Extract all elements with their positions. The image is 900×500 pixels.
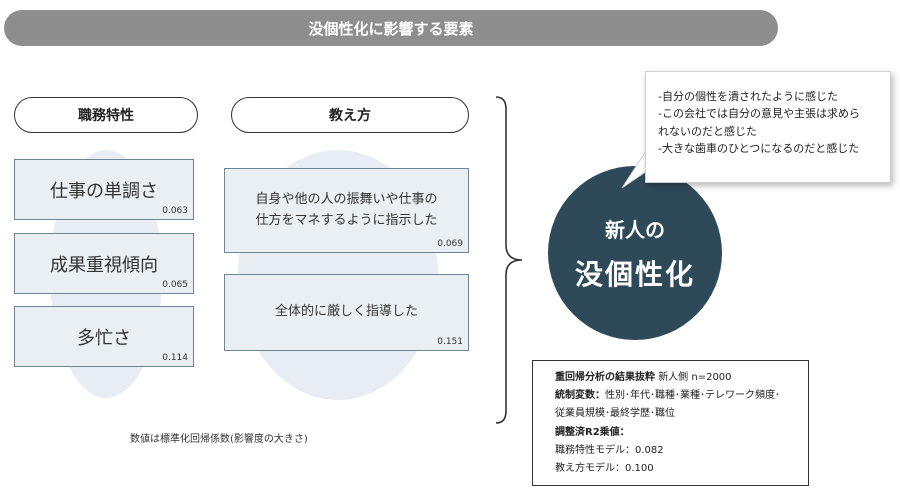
controls-label: 統制変数： [555,390,605,402]
category-pill-job-characteristics: 職務特性 [14,97,198,133]
factor-box-imitation-instruction: 自身や他の人の振舞いや仕事の 仕方をマネするように指示した 0.069 [224,168,469,253]
results-sample: 新人側 n=2000 [658,372,732,383]
category-label: 職務特性 [78,108,134,124]
model2-r2: 教え方モデル：0.100 [555,462,654,474]
factor-box-results-orientation: 成果重視傾向 0.065 [14,233,194,294]
factor-coefficient: 0.069 [437,239,463,249]
factor-coefficient: 0.114 [162,353,188,363]
outcome-line1: 新人の [605,217,665,242]
results-heading: 重回帰分析の結果抜粋 [555,372,655,383]
factor-label-line1: 自身や他の人の振舞いや仕事の [255,191,438,207]
results-controls-line: 統制変数：性別･年代･職種･業種･テレワーク頻度･ [555,387,800,405]
regression-results-box: 重回帰分析の結果抜粋 新人側 n=2000 統制変数：性別･年代･職種･業種･テ… [532,360,809,486]
factor-box-strict-guidance: 全体的に厳しく指導した 0.151 [224,274,469,351]
model1-r2: 職務特性モデル：0.082 [555,444,664,456]
quote-line: れないのだと感じた [658,124,757,138]
quote-line: -大きな歯車のひとつになるのだと感じた [658,142,860,156]
r2-label: 調整済R2乗値： [555,426,630,438]
category-label: 教え方 [329,108,371,124]
results-heading-line: 重回帰分析の結果抜粋 新人側 n=2000 [555,369,800,387]
factor-label: 多忙さ [77,327,131,349]
coefficient-note: 数値は標準化回帰係数(影響度の大きさ) [130,434,308,445]
factor-label-line2: 仕方をマネするように指示した [255,212,438,228]
diagram-title: 没個性化に影響する要素 [308,19,474,38]
title-bar: 没個性化に影響する要素 [4,10,778,46]
quote-line: -この会社では自分の意見や主張は求めら [658,107,860,121]
controls-line2: 従業員規模･最終学歴･職位 [555,408,675,420]
factor-label: 自身や他の人の振舞いや仕事の 仕方をマネするように指示した [255,190,437,232]
outcome-line2: 没個性化 [574,257,695,291]
factor-coefficient: 0.151 [437,337,463,347]
factor-label: 全体的に厳しく指導した [274,304,418,320]
factor-label: 成果重視傾向 [50,254,158,276]
outcome-circle: 新人の 没個性化 [548,166,722,340]
factor-coefficient: 0.063 [162,206,188,216]
controls-line1: 性別･年代･職種･業種･テレワーク頻度･ [605,390,780,402]
quote-bubble: -自分の個性を潰されたように感じた -この会社では自分の意見や主張は求めら れな… [645,71,891,183]
factor-box-busyness: 多忙さ 0.114 [14,306,194,367]
curly-brace [495,96,523,424]
quote-line: -自分の個性を潰されたように感じた [658,90,838,103]
factor-label: 仕事の単調さ [50,180,158,202]
category-pill-teaching-style: 教え方 [231,97,469,133]
factor-coefficient: 0.065 [162,280,188,290]
factor-box-monotony: 仕事の単調さ 0.063 [14,159,194,220]
